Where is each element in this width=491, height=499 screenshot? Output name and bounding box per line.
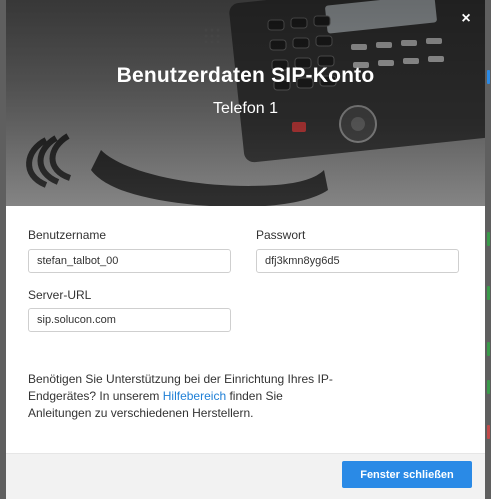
password-field[interactable]	[256, 249, 459, 273]
backdrop-green-mark	[487, 286, 490, 300]
sip-account-modal: Benutzerdaten SIP-Konto Telefon 1 × Benu…	[6, 0, 485, 499]
username-label: Benutzername	[28, 228, 107, 242]
modal-body: Benutzername Passwort Server-URL Benötig…	[6, 206, 485, 455]
backdrop-page-right	[485, 0, 491, 499]
modal-header-image: Benutzerdaten SIP-Konto Telefon 1 ×	[6, 0, 485, 206]
server-url-field[interactable]	[28, 308, 231, 332]
password-label: Passwort	[256, 228, 306, 242]
help-area-link[interactable]: Hilfebereich	[163, 389, 226, 403]
server-url-label: Server-URL	[28, 288, 92, 302]
backdrop-red-mark	[487, 425, 490, 439]
username-field[interactable]	[28, 249, 231, 273]
close-window-button[interactable]: Fenster schließen	[342, 461, 472, 488]
backdrop-blue-mark	[487, 70, 490, 84]
modal-subtitle: Telefon 1	[213, 100, 278, 117]
backdrop-green-mark	[487, 380, 490, 394]
backdrop-green-mark	[487, 342, 490, 356]
modal-title: Benutzerdaten SIP-Konto	[116, 64, 375, 87]
close-icon[interactable]: ×	[457, 10, 475, 28]
backdrop-green-mark	[487, 232, 490, 246]
modal-footer: Fenster schließen	[6, 453, 485, 499]
help-text: Benötigen Sie Unterstützung bei der Einr…	[28, 371, 348, 422]
